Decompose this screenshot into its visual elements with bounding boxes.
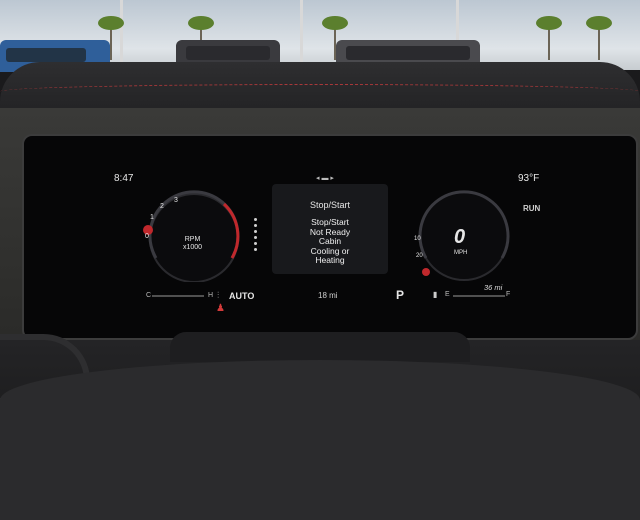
info-panel-message: Stop/Start Not Ready Cabin Cooling or He… — [272, 217, 388, 266]
tach-label: RPM x1000 — [183, 236, 202, 252]
fuel-range: 36 mi — [484, 283, 503, 292]
gear-indicator: P — [396, 288, 405, 302]
outside-temperature: 93°F — [518, 173, 540, 184]
palm-tree — [536, 14, 562, 60]
tachometer-gauge — [143, 190, 240, 282]
steering-wheel — [0, 360, 640, 520]
tach-tick-0: 0 — [145, 233, 149, 240]
tach-tick-2: 2 — [160, 203, 164, 210]
page-indicator-dots — [254, 218, 258, 254]
red-stitching — [0, 84, 640, 99]
photo-scene: 8:47 93°F RUN 0 1 2 3 RPM x1000 ◂ ▬ ▸ St… — [0, 0, 640, 520]
windshield-view — [0, 0, 640, 72]
trip-distance: 18 mi — [318, 291, 338, 300]
info-panel-title: Stop/Start — [309, 200, 351, 210]
tach-tick-3: 3 — [174, 197, 178, 204]
coolant-temp-bar — [152, 295, 204, 297]
tach-label-multiplier: x1000 — [183, 244, 203, 251]
light-pole — [300, 0, 303, 62]
speed-tick-10: 10 — [414, 236, 421, 242]
fuel-full-label: F — [506, 291, 511, 298]
seatbelt-warning-icon: ♟ — [216, 303, 225, 314]
tach-tick-1: 1 — [150, 214, 154, 221]
tach-label-rpm: RPM — [184, 236, 201, 243]
fuel-level-bar — [453, 295, 505, 297]
speed-unit: MPH — [454, 250, 468, 256]
palm-tree — [586, 14, 612, 60]
steering-column — [170, 332, 470, 362]
coolant-icon: ⫶ — [217, 290, 220, 300]
speed-value: 0 — [454, 226, 466, 248]
fuel-empty-label: E — [445, 291, 450, 298]
climate-mode: AUTO — [229, 291, 255, 301]
temp-hot-label: H — [208, 292, 214, 299]
vehicle-nav-icon: ◂ ▬ ▸ — [316, 175, 334, 182]
speedometer-gauge — [418, 190, 510, 281]
temp-cold-label: C — [146, 292, 152, 299]
fuel-pump-icon: ▮ — [433, 290, 438, 299]
drive-mode: RUN — [523, 204, 541, 213]
message-line: Heating — [315, 255, 345, 265]
speed-tick-20: 20 — [416, 253, 423, 259]
clock: 8:47 — [114, 173, 134, 184]
